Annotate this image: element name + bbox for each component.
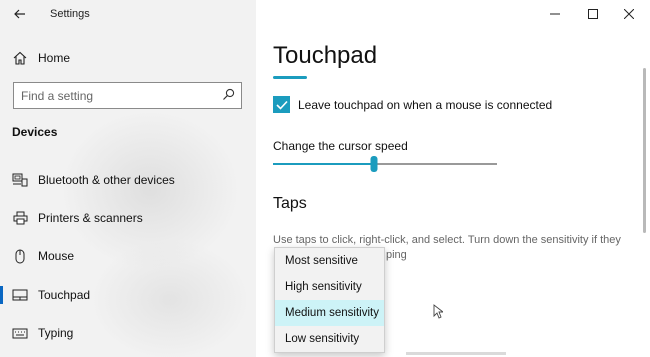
title-bar: Settings — [0, 0, 256, 28]
back-arrow-icon — [14, 9, 25, 19]
app-title: Settings — [50, 8, 90, 20]
sidebar-item-label: Bluetooth & other devices — [38, 173, 175, 187]
mouse-pointer-icon — [433, 304, 443, 319]
section-title: Devices — [12, 125, 58, 139]
dropdown-option-low-sensitivity[interactable]: Low sensitivity — [275, 326, 384, 352]
slider-thumb[interactable] — [370, 156, 378, 172]
close-button[interactable] — [612, 0, 646, 28]
mouse-icon — [11, 247, 29, 265]
checkbox[interactable] — [273, 96, 290, 113]
printer-icon — [11, 209, 29, 227]
search-input[interactable] — [14, 88, 214, 103]
touchpad-icon — [11, 286, 29, 304]
dropdown-option-high-sensitivity[interactable]: High sensitivity — [275, 274, 384, 300]
sidebar: Settings Home Devices Bluetooth & other … — [0, 0, 256, 357]
dropdown-option-most-sensitive[interactable]: Most sensitive — [275, 248, 384, 274]
checkmark-icon — [275, 100, 288, 110]
close-icon — [624, 9, 634, 19]
sidebar-item-label: Printers & scanners — [38, 211, 143, 225]
title-accent-line — [273, 76, 307, 79]
sidebar-item-typing[interactable]: Typing — [0, 315, 256, 351]
sidebar-item-printers[interactable]: Printers & scanners — [0, 200, 256, 236]
sensitivity-dropdown[interactable]: Most sensitive High sensitivity Medium s… — [274, 247, 385, 353]
main-panel: Touchpad Leave touchpad on when a mouse … — [256, 0, 650, 357]
maximize-icon — [588, 9, 598, 19]
sidebar-item-home[interactable]: Home — [0, 40, 256, 76]
taps-heading: Taps — [273, 195, 307, 212]
sidebar-item-label: Typing — [38, 326, 74, 340]
page-title: Touchpad — [273, 42, 378, 69]
search-icon[interactable] — [222, 88, 235, 101]
keyboard-icon — [11, 324, 29, 342]
back-button[interactable] — [2, 0, 38, 28]
checkbox-label: Leave touchpad on when a mouse is connec… — [298, 97, 553, 112]
cursor-speed-slider[interactable] — [273, 156, 497, 172]
dropdown-option-medium-sensitivity[interactable]: Medium sensitivity — [275, 300, 384, 326]
sidebar-item-touchpad[interactable]: Touchpad — [0, 277, 256, 313]
cursor-speed-label: Change the cursor speed — [273, 139, 408, 153]
sidebar-item-label: Home — [38, 51, 71, 65]
bluetooth-devices-icon — [11, 171, 29, 189]
home-icon — [11, 49, 29, 67]
minimize-button[interactable] — [538, 0, 572, 28]
scrollbar[interactable] — [643, 68, 646, 233]
search-box[interactable] — [13, 82, 242, 109]
background-text-ghost — [406, 352, 506, 355]
selection-indicator — [0, 286, 3, 304]
sidebar-item-label: Mouse — [38, 249, 75, 263]
sidebar-item-label: Touchpad — [38, 288, 91, 302]
slider-fill — [273, 163, 374, 165]
taps-description-text: Use taps to click, right-click, and sele… — [273, 234, 621, 246]
keep-touchpad-on-checkbox[interactable]: Leave touchpad on when a mouse is connec… — [273, 96, 552, 113]
minimize-icon — [550, 13, 560, 15]
maximize-button[interactable] — [576, 0, 610, 28]
sidebar-item-bluetooth[interactable]: Bluetooth & other devices — [0, 162, 256, 198]
sidebar-item-mouse[interactable]: Mouse — [0, 238, 256, 274]
